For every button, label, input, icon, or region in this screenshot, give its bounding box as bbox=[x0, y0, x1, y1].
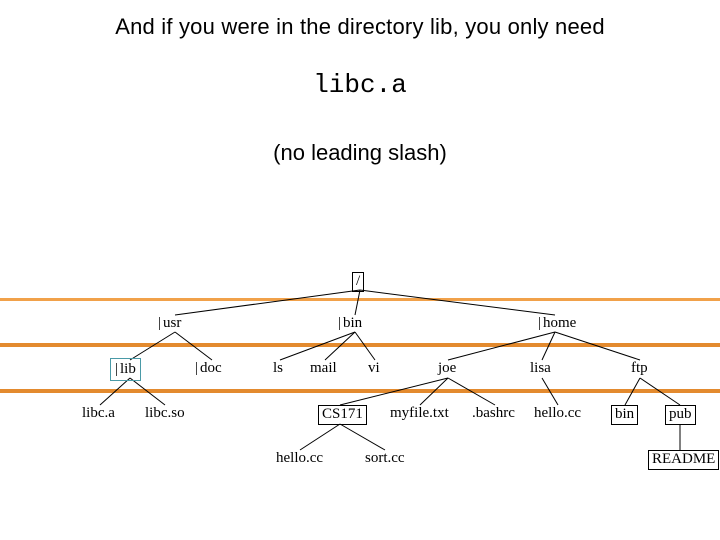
node-lisa: lisa bbox=[530, 360, 551, 377]
home-label: home bbox=[543, 315, 576, 331]
node-bashrc: .bashrc bbox=[472, 405, 515, 422]
node-doc: |doc bbox=[195, 360, 222, 377]
ftp-bin-label: bin bbox=[611, 405, 638, 425]
node-ls: ls bbox=[273, 360, 283, 377]
lib-label: lib bbox=[120, 361, 136, 377]
caption-line-1: And if you were in the directory lib, yo… bbox=[0, 14, 720, 40]
node-home: |home bbox=[538, 315, 576, 332]
node-root: / bbox=[352, 272, 364, 292]
usr-label: usr bbox=[163, 315, 181, 331]
node-ftp: ftp bbox=[631, 360, 648, 377]
node-sort: sort.cc bbox=[365, 450, 405, 467]
pub-label: pub bbox=[665, 405, 696, 425]
node-vi: vi bbox=[368, 360, 380, 377]
readme-label: README bbox=[648, 450, 719, 470]
node-bin: |bin bbox=[338, 315, 362, 332]
bin-label: bin bbox=[343, 315, 362, 331]
doc-label: doc bbox=[200, 360, 222, 376]
node-usr: |usr bbox=[158, 315, 181, 332]
node-libc-so: libc.so bbox=[145, 405, 185, 422]
node-readme: README bbox=[648, 450, 719, 470]
tree-edges bbox=[0, 270, 720, 530]
directory-tree: / |usr |bin |home |lib |doc ls mail vi j… bbox=[0, 270, 720, 530]
node-cs171: CS171 bbox=[318, 405, 367, 425]
node-lib-highlighted: |lib bbox=[110, 358, 141, 381]
node-joe: joe bbox=[438, 360, 456, 377]
node-mail: mail bbox=[310, 360, 337, 377]
root-label: / bbox=[352, 272, 364, 292]
caption-code: libc.a bbox=[0, 70, 720, 100]
node-ftp-bin: bin bbox=[611, 405, 638, 425]
node-hello2: hello.cc bbox=[276, 450, 323, 467]
cs171-label: CS171 bbox=[318, 405, 367, 425]
caption-line-2: (no leading slash) bbox=[0, 140, 720, 166]
node-libc-a: libc.a bbox=[82, 405, 115, 422]
node-pub: pub bbox=[665, 405, 696, 425]
node-myfile: myfile.txt bbox=[390, 405, 449, 422]
node-hello: hello.cc bbox=[534, 405, 581, 422]
